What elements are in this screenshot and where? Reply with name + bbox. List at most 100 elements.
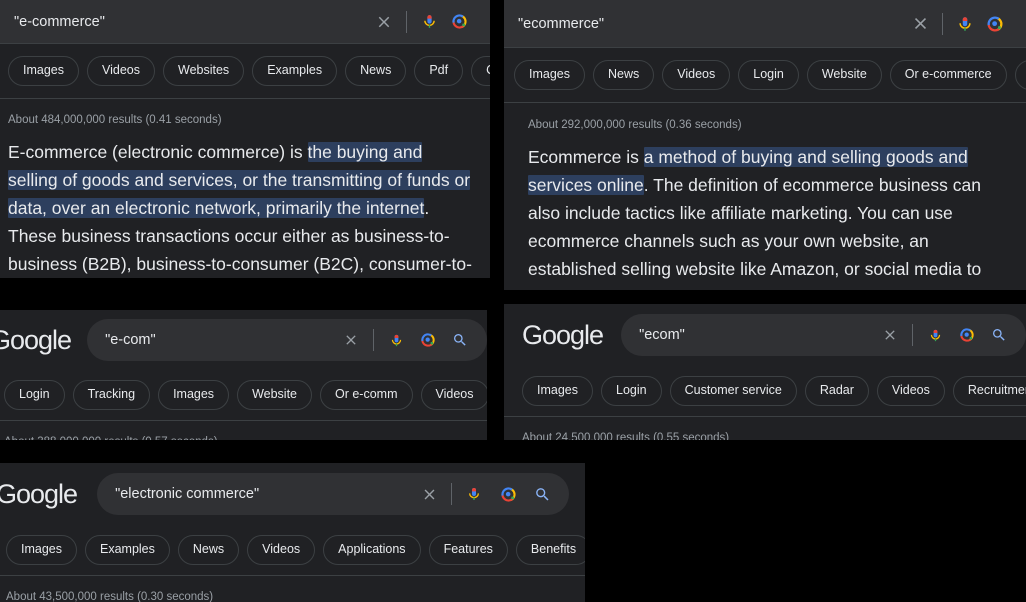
filter-chip[interactable]: Or e-comm	[320, 380, 413, 410]
search-panel-e-com: Google "e-com"	[0, 310, 487, 440]
close-icon[interactable]	[907, 11, 933, 37]
filter-chip[interactable]: Radar	[804, 376, 869, 406]
answer-prefix: E-commerce (electronic commerce) is	[8, 142, 308, 162]
filter-chips: Images Login Customer service Radar Vide…	[504, 366, 1026, 416]
search-panel-ecommerce: "ecommerce" Images News Videos Login Web…	[504, 0, 1026, 290]
search-panel-ecom: Google "ecom" Images Login Customer serv…	[504, 304, 1026, 440]
filter-chip[interactable]: Videos	[876, 376, 945, 406]
close-icon[interactable]	[338, 327, 364, 353]
filter-chips: Images Examples News Videos Applications…	[0, 525, 585, 575]
filter-chip[interactable]: Images	[6, 535, 77, 565]
search-box[interactable]: "ecom"	[621, 314, 1026, 356]
filter-chip[interactable]: Website	[237, 380, 312, 410]
result-stats-row: About 43,500,000 results (0.30 seconds)	[0, 575, 585, 602]
search-box[interactable]: "electronic commerce"	[97, 473, 570, 515]
filter-chips: Images Videos Websites Examples News Pdf…	[0, 43, 490, 98]
filter-chip[interactable]: News	[593, 60, 655, 90]
filter-chip[interactable]: Videos	[87, 56, 155, 86]
filter-chip[interactable]: Login	[738, 60, 799, 90]
search-input[interactable]: "e-com"	[105, 332, 338, 348]
filter-chip[interactable]: Websites	[163, 56, 245, 86]
answer-prefix: Ecommerce is	[528, 147, 644, 167]
google-lens-icon[interactable]	[978, 11, 1012, 37]
search-input[interactable]: "e-commerce"	[14, 14, 371, 30]
result-stats-row: About 292,000,000 results (0.36 seconds)	[504, 102, 1026, 133]
search-bar-row: "ecommerce"	[504, 0, 1026, 47]
filter-chip[interactable]: News	[177, 535, 240, 565]
search-box-actions	[338, 327, 473, 353]
filter-chip[interactable]: Benefits	[515, 535, 585, 565]
google-logo: Google	[522, 319, 604, 350]
icon-divider	[406, 10, 407, 33]
filter-chip[interactable]: Examples	[252, 56, 338, 86]
close-icon[interactable]	[877, 322, 903, 348]
filter-chip[interactable]: Or e-commerce	[889, 60, 1007, 90]
google-logo: Google	[0, 478, 78, 509]
filter-chip[interactable]: Applications	[323, 535, 421, 565]
microphone-icon[interactable]	[383, 327, 409, 353]
filter-chip[interactable]: Videos	[420, 380, 487, 410]
filter-chip[interactable]: Images	[158, 380, 230, 410]
filter-chip[interactable]: Customer service	[669, 376, 797, 406]
icon-divider	[451, 483, 453, 505]
search-box[interactable]: "e-commerce"	[0, 0, 490, 43]
filter-chip[interactable]: Website	[806, 60, 882, 90]
search-box-actions	[877, 322, 1012, 348]
icon-divider	[942, 12, 943, 35]
filter-chip[interactable]: Features	[428, 535, 508, 565]
microphone-icon[interactable]	[952, 11, 978, 37]
filter-chips: Images News Videos Login Website Or e-co…	[504, 47, 1026, 102]
filter-chip[interactable]: News	[345, 56, 407, 86]
close-icon[interactable]	[371, 9, 397, 35]
close-icon[interactable]	[416, 481, 442, 507]
filter-chips: Login Tracking Images Website Or e-comm …	[0, 370, 487, 420]
search-box[interactable]: "e-com"	[87, 319, 487, 361]
google-lens-icon[interactable]	[495, 481, 521, 507]
search-bar-row: Google "ecom"	[504, 304, 1026, 366]
filter-chip[interactable]: Videos	[662, 60, 731, 90]
google-lens-icon[interactable]	[954, 322, 980, 348]
result-count: About 388,000,000 results (0.57 seconds)	[4, 436, 218, 440]
result-stats-row: About 388,000,000 results (0.57 seconds)	[0, 420, 487, 440]
search-box-actions	[371, 9, 476, 35]
microphone-icon[interactable]	[922, 322, 948, 348]
search-box-actions	[907, 11, 1012, 37]
search-bar-row: Google "e-com"	[0, 310, 487, 370]
microphone-icon[interactable]	[416, 9, 442, 35]
search-bar-row: "e-commerce"	[0, 0, 490, 43]
search-input[interactable]: "ecom"	[639, 327, 877, 343]
search-panel-electronic-commerce: Google "electronic commerce" Images Exam…	[0, 463, 585, 602]
filter-chip[interactable]: Videos	[247, 535, 316, 565]
filter-chip[interactable]: Course	[471, 56, 490, 86]
icon-divider	[373, 329, 374, 351]
search-icon[interactable]	[986, 322, 1012, 348]
microphone-icon[interactable]	[461, 481, 487, 507]
filter-chip[interactable]: Tracking	[72, 380, 151, 410]
search-input[interactable]: "ecommerce"	[518, 16, 907, 32]
google-lens-icon[interactable]	[442, 9, 476, 35]
search-input[interactable]: "electronic commerce"	[115, 486, 416, 502]
result-count: About 43,500,000 results (0.30 seconds)	[6, 591, 214, 602]
google-logo: Google	[0, 324, 72, 355]
filter-chip[interactable]: Examples	[85, 535, 170, 565]
result-count: About 484,000,000 results (0.41 seconds)	[8, 114, 222, 126]
filter-chip[interactable]: Login	[601, 376, 662, 406]
search-icon[interactable]	[447, 327, 473, 353]
search-box[interactable]: "ecommerce"	[504, 0, 1026, 47]
search-icon[interactable]	[529, 481, 555, 507]
filter-chip[interactable]: Recruitment	[952, 376, 1026, 406]
icon-divider	[912, 324, 913, 346]
featured-answer: Ecommerce is a method of buying and sell…	[504, 133, 1026, 290]
featured-answer: E-commerce (electronic commerce) is the …	[0, 128, 490, 278]
filter-chip[interactable]: Images	[514, 60, 585, 90]
filter-chip[interactable]: Login	[4, 380, 65, 410]
filter-chip[interactable]: Examples	[1014, 60, 1026, 90]
google-lens-icon[interactable]	[415, 327, 441, 353]
filter-chip[interactable]: Pdf	[414, 56, 464, 86]
filter-chip[interactable]: Images	[8, 56, 79, 86]
result-stats-row: About 484,000,000 results (0.41 seconds)	[0, 98, 490, 128]
search-box-actions	[416, 481, 555, 507]
result-count: About 24,500,000 results (0.55 seconds)	[522, 432, 730, 440]
filter-chip[interactable]: Images	[522, 376, 593, 406]
result-count: About 292,000,000 results (0.36 seconds)	[528, 119, 742, 131]
